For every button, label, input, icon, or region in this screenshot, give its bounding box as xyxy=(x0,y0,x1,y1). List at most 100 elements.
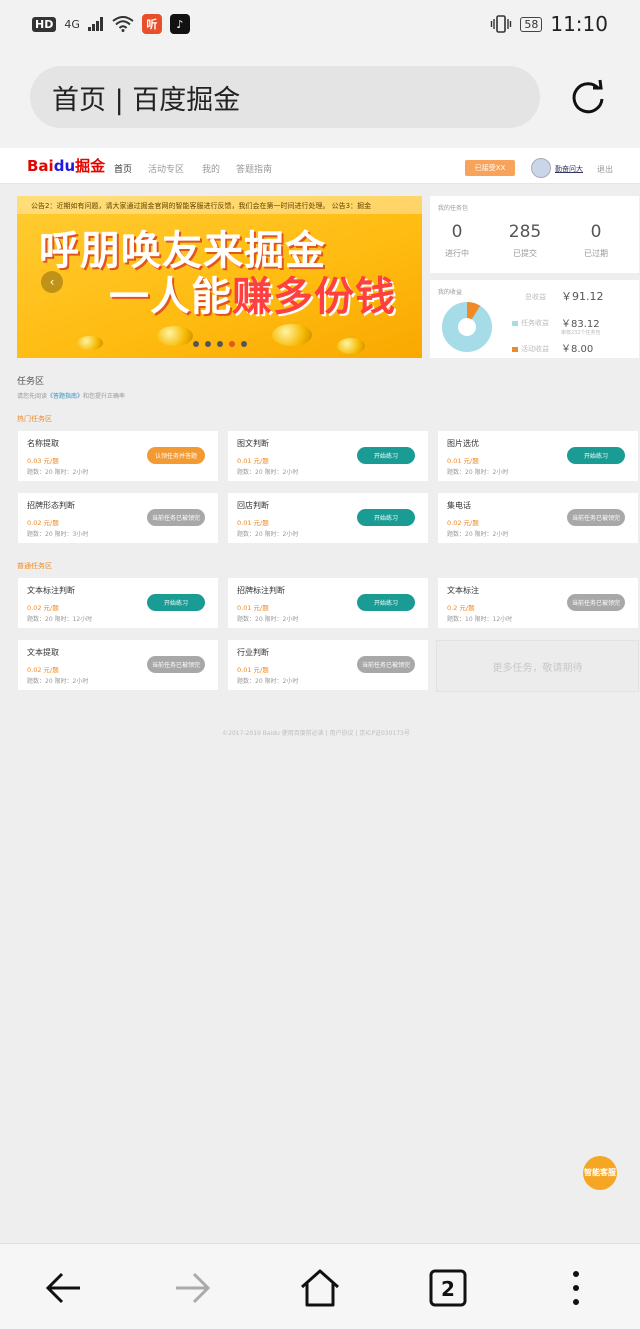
task-action-button[interactable]: 认领任务并答题 xyxy=(147,447,205,464)
promo-banner[interactable]: 公告2：近期如有问题，请大家通过掘金官网的智能客服进行反馈，我们会在第一时间进行… xyxy=(17,196,422,358)
stat-label: 已提交 xyxy=(513,249,537,258)
task-action-button[interactable]: 开始练习 xyxy=(567,447,625,464)
status-badge[interactable]: 已接受XX xyxy=(465,160,515,176)
total-revenue-label: 总收益 xyxy=(525,293,546,301)
task-info: 题数：20 限时：12小时 xyxy=(27,616,93,623)
task-info: 题数：10 限时：12小时 xyxy=(447,616,513,623)
more-icon[interactable] xyxy=(554,1266,598,1310)
username-link[interactable]: 勤奋问大 xyxy=(555,164,583,174)
smart-support-button[interactable]: 智能客服 xyxy=(583,1156,617,1190)
carousel-prev-button[interactable]: ‹ xyxy=(41,271,63,293)
task-name: 行业判断 xyxy=(237,648,269,657)
task-name: 回店判断 xyxy=(237,501,269,510)
legend-swatch xyxy=(512,346,518,352)
nav-home[interactable]: 首页 xyxy=(114,162,132,175)
address-field[interactable]: 首页 | 百度掘金 xyxy=(30,66,540,128)
task-action-button[interactable]: 当前任务已被领完 xyxy=(357,656,415,673)
carousel-dot[interactable] xyxy=(193,341,199,347)
nav-guide[interactable]: 答题指南 xyxy=(236,162,272,175)
task-card[interactable]: 文本提取 0.02 元/题 题数：20 限时：2小时 当前任务已被领完 xyxy=(17,639,219,691)
task-info: 题数：20 限时：2小时 xyxy=(447,469,509,476)
activity-revenue-value: ￥8.00 xyxy=(561,344,594,355)
task-action-button[interactable]: 开始练习 xyxy=(357,509,415,526)
baidu-logo[interactable]: Baidu掘金 xyxy=(27,155,105,176)
note-suffix: 和您提升正确率 xyxy=(83,393,126,400)
stat-value: 285 xyxy=(508,222,542,242)
task-price: 0.01 元/题 xyxy=(237,457,269,465)
task-price: 0.01 元/题 xyxy=(447,457,479,465)
vibrate-icon xyxy=(491,15,512,33)
task-action-button[interactable]: 开始练习 xyxy=(357,594,415,611)
task-action-button[interactable]: 当前任务已被领完 xyxy=(147,509,205,526)
avatar[interactable] xyxy=(531,158,551,178)
carousel-dot[interactable] xyxy=(241,341,247,347)
logo-text-3: 掘金 xyxy=(75,157,106,175)
wifi-icon xyxy=(112,16,134,32)
site-footer: ©2017-2019 Baidu 使用百度前必读 | 用户协议 | 京ICP证0… xyxy=(222,730,410,737)
task-price: 0.01 元/题 xyxy=(237,604,269,612)
task-action-button[interactable]: 当前任务已被领完 xyxy=(147,656,205,673)
task-name: 集电话 xyxy=(447,501,471,510)
task-action-button[interactable]: 开始练习 xyxy=(357,447,415,464)
task-action-button[interactable]: 当前任务已被领完 xyxy=(567,509,625,526)
task-info: 题数：20 限时：2小时 xyxy=(237,469,299,476)
reload-icon[interactable] xyxy=(568,77,608,117)
banner-line-2b: 赚多份钱 xyxy=(232,274,396,320)
stat-label: 进行中 xyxy=(445,249,469,258)
task-card[interactable]: 名称提取 0.03 元/题 题数：20 限时：2小时 认领任务并答题 xyxy=(17,430,219,482)
task-card[interactable]: 回店判断 0.01 元/题 题数：20 限时：2小时 开始练习 xyxy=(227,492,429,544)
task-action-button[interactable]: 当前任务已被领完 xyxy=(567,594,625,611)
task-name: 文本标注判断 xyxy=(27,586,75,595)
task-price: 0.02 元/题 xyxy=(27,604,59,612)
stat-in-progress[interactable]: 0 进行中 xyxy=(427,222,487,259)
tabs-icon[interactable]: 2 xyxy=(426,1266,470,1310)
battery-icon: 58 xyxy=(520,16,543,32)
task-revenue-value: ￥83.12 xyxy=(561,319,600,330)
task-card[interactable]: 招牌标注判断 0.01 元/题 题数：20 限时：2小时 开始练习 xyxy=(227,577,429,629)
back-icon[interactable] xyxy=(42,1266,86,1310)
carousel-dot-active[interactable] xyxy=(229,341,235,347)
task-card[interactable]: 图文判断 0.01 元/题题数：20 限时：2小时 开始练习 xyxy=(227,430,429,482)
task-info: 题数：20 限时：2小时 xyxy=(237,616,299,623)
revenue-caption: 我的收益 xyxy=(438,289,463,296)
task-zone-note: 请您先阅读《答题指南》和您提升正确率 xyxy=(17,391,125,400)
stat-expired[interactable]: 0 已过期 xyxy=(566,222,626,259)
gold-ingot-decoration xyxy=(157,326,193,346)
gold-ingot-decoration xyxy=(77,336,103,350)
task-card[interactable]: 招牌形态判断 0.02 元/题 题数：20 限时：3小时 当前任务已被领完 xyxy=(17,492,219,544)
task-action-button[interactable]: 开始练习 xyxy=(147,594,205,611)
task-card[interactable]: 集电话 0.02 元/题 题数：20 限时：2小时 当前任务已被领完 xyxy=(437,492,639,544)
gold-ingot-decoration xyxy=(272,324,312,346)
more-tasks-placeholder: 更多任务，敬请期待 xyxy=(436,640,639,692)
home-icon[interactable] xyxy=(298,1266,342,1310)
task-price: 0.02 元/题 xyxy=(27,666,59,674)
task-revenue-legend: 任务收益 xyxy=(512,318,549,328)
carousel-dot[interactable] xyxy=(217,341,223,347)
total-revenue-value: ￥91.12 xyxy=(561,290,604,303)
banner-line-2: 一人能赚多份钱 xyxy=(109,264,396,322)
task-price: 0.02 元/题 xyxy=(27,519,59,527)
carousel-dot[interactable] xyxy=(205,341,211,347)
task-card[interactable]: 文本标注 0.2 元/题 题数：10 限时：12小时 当前任务已被领完 xyxy=(437,577,639,629)
legend-swatch xyxy=(512,320,518,326)
revenue-card: 我的收益 总收益 ￥91.12 任务收益 ￥83.12 审核232个任务包 活动… xyxy=(430,280,639,358)
task-name: 图片选优 xyxy=(447,439,479,448)
forward-icon[interactable] xyxy=(170,1266,214,1310)
nav-mine[interactable]: 我的 xyxy=(202,162,220,175)
tiktok-icon: ♪ xyxy=(169,14,190,34)
normal-tasks-heading: 普通任务区 xyxy=(17,562,52,570)
tab-count: 2 xyxy=(441,1277,455,1301)
task-name: 名称提取 xyxy=(27,439,59,448)
task-card[interactable]: 文本标注判断 0.02 元/题题数：20 限时：12小时 开始练习 xyxy=(17,577,219,629)
nav-activity[interactable]: 活动专区 xyxy=(148,162,184,175)
task-name: 图文判断 xyxy=(237,439,269,448)
task-card[interactable]: 行业判断 0.01 元/题 题数：20 限时：2小时 当前任务已被领完 xyxy=(227,639,429,691)
guide-link[interactable]: 《答题指南》 xyxy=(47,393,83,400)
task-info: 题数：20 限时：3小时 xyxy=(27,531,89,538)
logout-link[interactable]: 退出 xyxy=(597,164,613,175)
revenue-donut-chart xyxy=(442,302,492,352)
task-card[interactable]: 图片选优 0.01 元/题题数：20 限时：2小时 开始练习 xyxy=(437,430,639,482)
browser-bottom-nav: 2 xyxy=(0,1243,640,1329)
site-header: Baidu掘金 首页 活动专区 我的 答题指南 已接受XX 勤奋问大 退出 xyxy=(0,148,640,184)
stat-submitted[interactable]: 285 已提交 xyxy=(495,222,555,259)
